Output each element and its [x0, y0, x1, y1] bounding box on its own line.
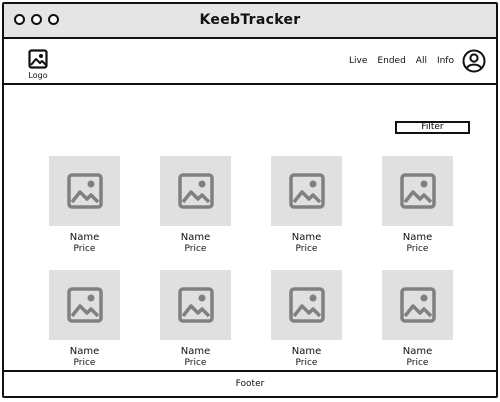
browser-window: KeebTracker Logo Live Ended All Info Fil… — [2, 2, 498, 398]
product-name: Name — [291, 346, 322, 357]
image-placeholder-icon — [66, 173, 103, 209]
product-price: Price — [406, 358, 429, 368]
product-name: Name — [402, 346, 433, 357]
product-card[interactable]: Name Price — [271, 270, 342, 370]
product-price: Price — [184, 244, 207, 254]
product-price: Price — [73, 358, 96, 368]
image-placeholder-icon — [288, 287, 325, 323]
image-icon — [28, 49, 48, 69]
product-image — [49, 270, 120, 340]
image-placeholder-icon — [399, 173, 436, 209]
window-title: KeebTracker — [199, 12, 301, 28]
product-price: Price — [295, 244, 318, 254]
logo-label: Logo — [28, 71, 48, 80]
product-card[interactable]: Name Price — [382, 270, 453, 370]
image-placeholder-icon — [399, 287, 436, 323]
product-name: Name — [180, 346, 211, 357]
nav-item-live[interactable]: Live — [349, 56, 367, 66]
product-image — [160, 156, 231, 226]
product-card[interactable]: Name Price — [271, 156, 342, 256]
product-image — [271, 270, 342, 340]
window-titlebar: KeebTracker — [4, 4, 496, 39]
user-icon[interactable] — [462, 49, 486, 73]
product-name: Name — [291, 232, 322, 243]
product-name: Name — [69, 232, 100, 243]
product-card[interactable]: Name Price — [160, 156, 231, 256]
image-placeholder-icon — [177, 287, 214, 323]
product-image — [382, 270, 453, 340]
product-name: Name — [69, 346, 100, 357]
product-card[interactable]: Name Price — [160, 270, 231, 370]
product-image — [271, 156, 342, 226]
nav-item-all[interactable]: All — [416, 56, 427, 66]
product-grid: Name Price Name Price Name Price Name Pr… — [49, 156, 459, 370]
filter-button[interactable]: Filter — [395, 121, 470, 134]
product-card[interactable]: Name Price — [49, 156, 120, 256]
image-placeholder-icon — [66, 287, 103, 323]
product-image — [160, 270, 231, 340]
page-footer: Footer — [4, 370, 496, 396]
nav-item-info[interactable]: Info — [437, 56, 454, 66]
product-card[interactable]: Name Price — [382, 156, 453, 256]
image-placeholder-icon — [288, 173, 325, 209]
main-nav: Live Ended All Info — [349, 56, 454, 66]
product-card[interactable]: Name Price — [49, 270, 120, 370]
product-name: Name — [402, 232, 433, 243]
product-price: Price — [295, 358, 318, 368]
image-placeholder-icon — [177, 173, 214, 209]
product-price: Price — [73, 244, 96, 254]
product-image — [382, 156, 453, 226]
app-header: Logo Live Ended All Info — [4, 39, 496, 85]
logo[interactable]: Logo — [24, 49, 52, 80]
product-name: Name — [180, 232, 211, 243]
product-image — [49, 156, 120, 226]
product-price: Price — [184, 358, 207, 368]
nav-item-ended[interactable]: Ended — [377, 56, 405, 66]
product-price: Price — [406, 244, 429, 254]
